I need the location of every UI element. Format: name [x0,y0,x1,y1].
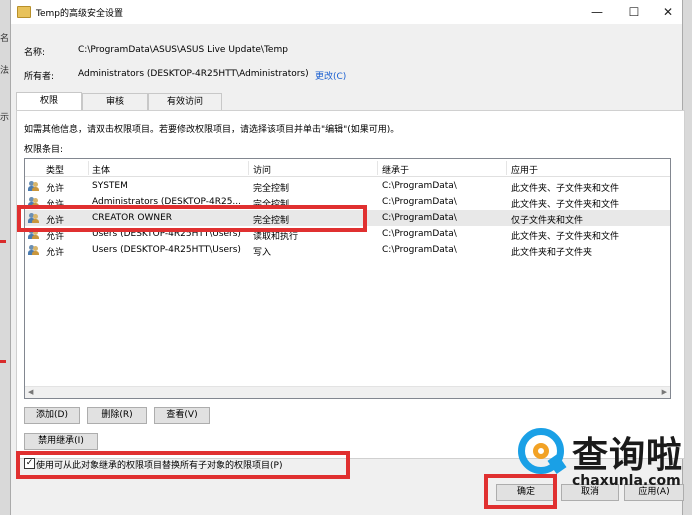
cell-principal: Users (DESKTOP-4R25HTT\Users) [92,229,241,239]
cell-inherited: C:\ProgramData\ [382,213,457,223]
cell-applies: 仅子文件夹和文件 [511,216,584,226]
column-header-type[interactable]: 类型 [46,163,64,176]
column-divider [506,161,507,175]
user-group-icon [28,245,40,255]
cell-access: 写入 [253,248,272,258]
folder-icon [17,6,31,18]
list-header: 类型 主体 访问 继承于 应用于 [25,159,670,177]
cell-principal: SYSTEM [92,181,128,191]
owner-label: 所有者: [24,72,55,82]
disable-inheritance-button[interactable]: 禁用继承(I) [24,433,98,450]
table-row[interactable]: 允许 Users (DESKTOP-4R25HTT\Users) 读取和执行 C… [25,226,670,242]
column-header-access[interactable]: 访问 [253,163,271,176]
column-divider [377,161,378,175]
cell-inherited: C:\ProgramData\ [382,197,457,207]
table-row-selected[interactable]: 允许 CREATOR OWNER 完全控制 C:\ProgramData\ 仅子… [25,210,670,226]
entries-label: 权限条目: [24,145,64,155]
cell-type: 允许 [46,248,65,258]
name-label: 名称: [24,48,46,58]
cell-type: 允许 [46,216,65,226]
cell-applies: 此文件夹和子文件夹 [511,248,593,258]
column-header-applies-to[interactable]: 应用于 [511,163,538,176]
tab-permissions[interactable]: 权限 [16,92,82,111]
add-button[interactable]: 添加(D) [24,407,80,424]
background-red-mark [0,360,6,363]
owner-value: Administrators (DESKTOP-4R25HTT\Administ… [78,69,309,79]
background-text: 示 [0,113,10,123]
column-divider [88,161,89,175]
cell-type: 允许 [46,184,65,194]
permission-entries-list[interactable]: 类型 主体 访问 继承于 应用于 允许 SYSTEM 完全控制 C:\Progr… [24,158,671,399]
cell-applies: 此文件夹、子文件夹和文件 [511,232,620,242]
maximize-button[interactable]: ☐ [617,0,651,24]
cell-inherited: C:\ProgramData\ [382,245,457,255]
tab-auditing[interactable]: 审核 [82,93,148,110]
table-row[interactable]: 允许 SYSTEM 完全控制 C:\ProgramData\ 此文件夹、子文件夹… [25,178,670,194]
watermark-brand: 查询啦 [572,435,684,476]
user-group-icon [28,181,40,191]
cell-type: 允许 [46,232,65,242]
name-value: C:\ProgramData\ASUS\ASUS Live Update\Tem… [78,45,288,55]
cell-inherited: C:\ProgramData\ [382,181,457,191]
scroll-left-icon[interactable]: ◀ [28,387,33,398]
cell-type: 允许 [46,200,65,210]
column-divider [248,161,249,175]
cell-applies: 此文件夹、子文件夹和文件 [511,200,620,210]
cell-access: 完全控制 [253,184,290,194]
user-group-icon [28,213,40,223]
close-button[interactable]: ✕ [651,0,685,24]
cell-principal: Users (DESKTOP-4R25HTT\Users) [92,245,241,255]
scroll-right-icon[interactable]: ▶ [662,387,667,398]
background-text: 法 [0,66,10,76]
table-row[interactable]: 允许 Users (DESKTOP-4R25HTT\Users) 写入 C:\P… [25,242,670,258]
watermark-domain: chaxunla.com [572,473,681,489]
cell-access: 读取和执行 [253,232,299,242]
window-title: Temp的高级安全设置 [36,9,123,19]
replace-child-permissions-checkbox[interactable]: ✓ [24,458,35,469]
background-text: 名 [0,34,10,44]
background-red-mark [0,240,6,243]
instructions-text: 如需其他信息，请双击权限项目。若要修改权限项目，请选择该项目并单击"编辑"(如果… [24,125,400,135]
horizontal-scrollbar[interactable]: ◀ ▶ [25,386,670,398]
user-group-icon [28,229,40,239]
cell-principal: CREATOR OWNER [92,213,173,223]
column-header-inherited-from[interactable]: 继承于 [382,163,409,176]
chaxunla-watermark: 查询啦 chaxunla.com [518,420,692,515]
checkmark-icon: ✓ [25,458,34,468]
cell-inherited: C:\ProgramData\ [382,229,457,239]
user-group-icon [28,197,40,207]
table-row[interactable]: 允许 Administrators (DESKTOP-4R25... 完全控制 … [25,194,670,210]
view-button[interactable]: 查看(V) [154,407,210,424]
cell-access: 完全控制 [253,200,290,210]
minimize-button[interactable]: — [580,0,614,24]
cell-applies: 此文件夹、子文件夹和文件 [511,184,620,194]
remove-button[interactable]: 删除(R) [87,407,147,424]
cell-access: 完全控制 [253,216,290,226]
replace-child-permissions-label[interactable]: 使用可从此对象继承的权限项目替换所有子对象的权限项目(P) [36,458,282,471]
column-header-principal[interactable]: 主体 [92,163,110,176]
magnifier-lens [533,443,549,459]
change-owner-link[interactable]: 更改(C) [315,69,346,82]
cell-principal: Administrators (DESKTOP-4R25... [92,197,242,207]
title-bar: Temp的高级安全设置 — ☐ ✕ [11,0,682,24]
tab-effective-access[interactable]: 有效访问 [148,93,222,110]
